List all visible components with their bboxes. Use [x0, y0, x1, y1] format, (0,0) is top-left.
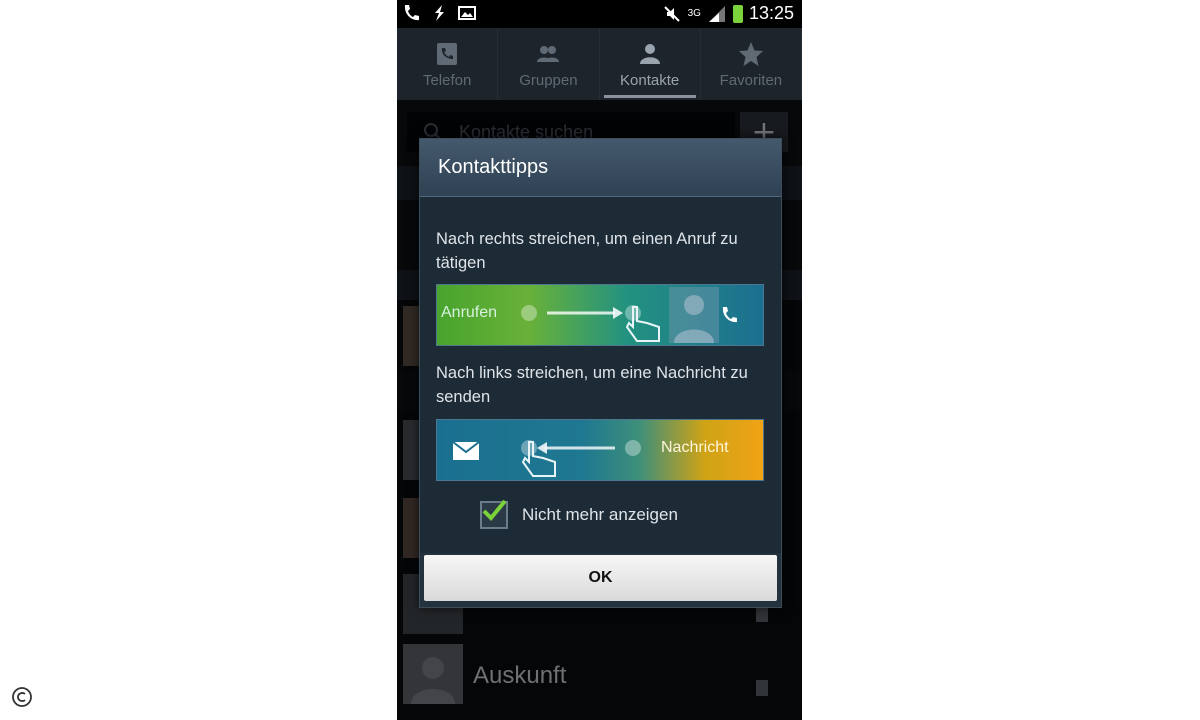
swipe-right-arrow-icon [521, 287, 719, 343]
image-icon [458, 6, 476, 20]
tab-favoriten[interactable]: Favoriten [701, 28, 802, 100]
tab-label: Favoriten [719, 71, 783, 89]
signal-icon [708, 5, 725, 22]
star-icon [738, 41, 763, 66]
contact-tips-dialog: Kontakttipps Nach rechts streichen, um e… [419, 138, 782, 608]
checkbox-label: Nicht mehr anzeigen [522, 505, 678, 524]
tab-label: Kontakte [620, 71, 680, 89]
tip-message-text: Nach links streichen, um eine Nachricht … [436, 364, 748, 406]
status-bar: 3G 13:25 [397, 0, 802, 28]
dialog-title: Kontakttipps [420, 139, 781, 197]
battery-icon [732, 4, 743, 23]
clock: 13:25 [748, 3, 794, 23]
mute-icon [663, 5, 680, 22]
call-icon [722, 307, 737, 323]
hand-gesture-icon [521, 441, 556, 477]
tab-bar: Telefon Gruppen Kontakte Favoriten [397, 28, 802, 100]
tip-call-text: Nach rechts streichen, um einen Anruf zu… [436, 230, 738, 272]
checkmark-icon [482, 499, 507, 521]
tab-label: Gruppen [519, 71, 578, 89]
phone-icon [437, 42, 458, 65]
sync-icon [435, 5, 444, 21]
swipe-message-illustration: Nachricht [436, 419, 764, 481]
contact-icon [639, 43, 660, 64]
phone-screen: 3G 13:25 Telefon Gruppen Kontakte Favori… [397, 0, 802, 720]
ok-label: OK [588, 569, 613, 586]
ok-button[interactable]: OK [424, 555, 777, 601]
swipe-call-illustration: Anrufen [436, 284, 764, 346]
copyright-icon [12, 687, 32, 707]
call-notification-icon [404, 5, 419, 21]
tab-kontakte[interactable]: Kontakte [600, 28, 701, 100]
tab-telefon[interactable]: Telefon [397, 28, 499, 100]
dont-show-again-row[interactable]: Nicht mehr anzeigen [480, 499, 678, 529]
groups-icon [537, 45, 560, 62]
dialog-button-bar: OK [420, 553, 781, 607]
tab-gruppen[interactable]: Gruppen [498, 28, 600, 100]
tab-label: Telefon [422, 71, 472, 89]
network-type: 3G [687, 8, 701, 19]
hand-gesture-icon [625, 306, 660, 342]
dont-show-again-checkbox[interactable] [480, 499, 508, 529]
message-label: Nachricht [661, 439, 729, 456]
